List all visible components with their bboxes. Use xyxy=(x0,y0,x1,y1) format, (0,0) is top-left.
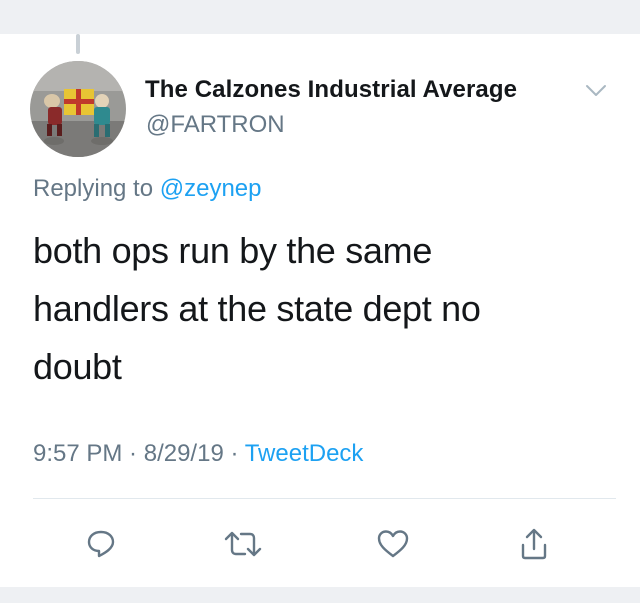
tweet-source[interactable]: TweetDeck xyxy=(245,440,364,467)
display-name[interactable]: The Calzones Industrial Average xyxy=(145,76,517,104)
meta-separator: · xyxy=(223,440,245,467)
replying-to-label: Replying to xyxy=(33,175,160,202)
reply-icon xyxy=(87,530,115,558)
tweet-meta: 9:57 PM · 8/29/19 · TweetDeck xyxy=(33,440,363,468)
retweet-button[interactable] xyxy=(223,524,263,564)
user-handle[interactable]: @FARTRON xyxy=(146,111,285,139)
thread-connector-line xyxy=(76,34,80,54)
top-band xyxy=(0,0,640,34)
avatar[interactable] xyxy=(30,61,126,157)
meta-separator: · xyxy=(122,440,144,467)
replying-to-mention[interactable]: @zeynep xyxy=(160,175,262,202)
tweet-text-line: both ops run by the same xyxy=(33,230,433,271)
divider xyxy=(33,498,616,499)
reply-button[interactable] xyxy=(81,524,121,564)
bottom-band xyxy=(0,587,640,603)
share-icon xyxy=(521,528,547,560)
retweet-icon xyxy=(224,531,262,557)
like-icon xyxy=(377,530,409,558)
tweet-text: both ops run by the same handlers at the… xyxy=(33,222,553,396)
share-button[interactable] xyxy=(514,524,554,564)
tweet-text-line: handlers at the state dept no xyxy=(33,288,481,329)
tweet-date[interactable]: 8/29/19 xyxy=(144,440,224,467)
replying-to-line: Replying to @zeynep xyxy=(33,175,262,203)
tweet-time[interactable]: 9:57 PM xyxy=(33,440,122,467)
chevron-down-icon[interactable] xyxy=(584,82,608,98)
tweet-text-line: doubt xyxy=(33,346,122,387)
like-button[interactable] xyxy=(373,524,413,564)
